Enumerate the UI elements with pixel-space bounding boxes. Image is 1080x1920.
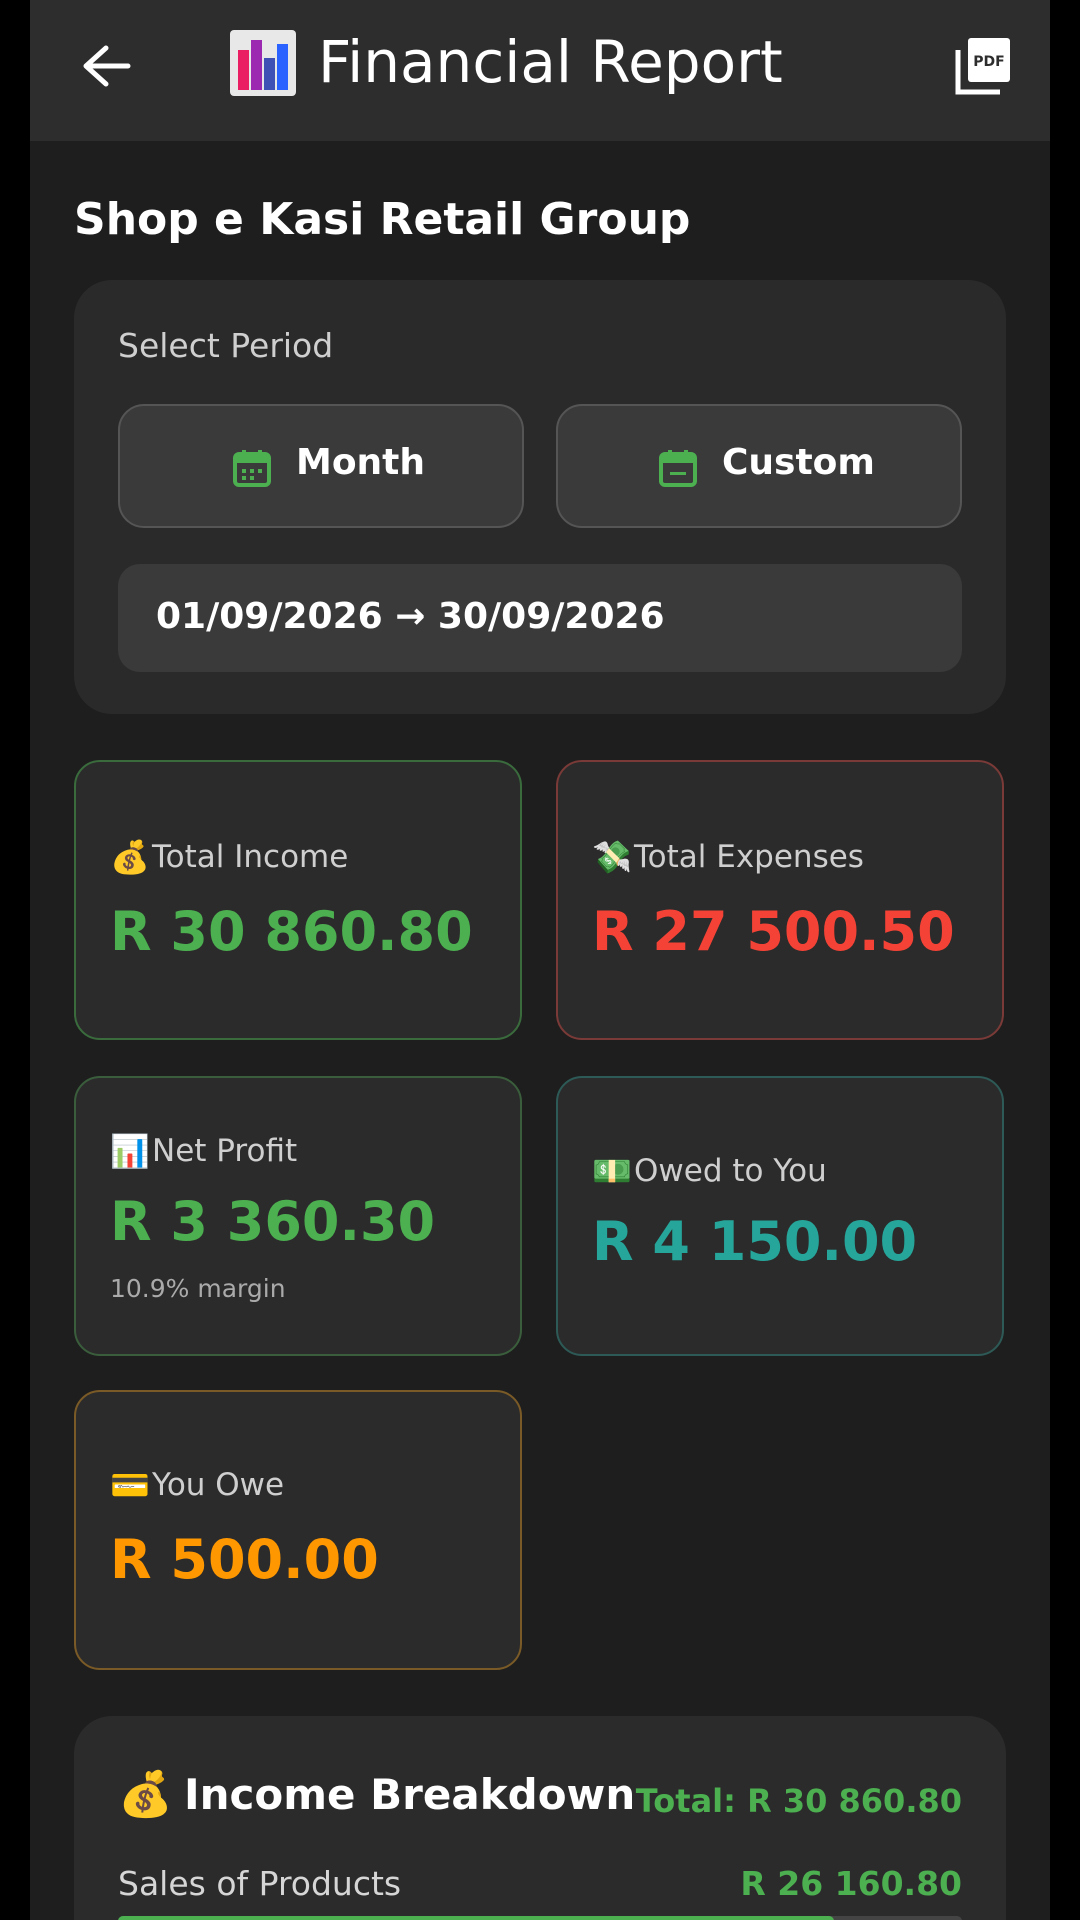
owed-to-you-label: Owed to You [634,1153,827,1189]
credit-card-icon: 💳 [110,1466,150,1504]
net-profit-header: 📊 Net Profit [110,1132,297,1170]
total-expenses-card[interactable]: 💸 Total Expenses R 27 500.50 [556,760,1004,1040]
breakdown-row-value: R 26 160.80 [740,1864,962,1903]
screen-title: Financial Report [318,28,783,96]
total-expenses-label: Total Expenses [634,839,864,875]
svg-text:PDF: PDF [973,54,1004,70]
income-breakdown-total: Total: R 30 860.80 [635,1782,962,1820]
owed-to-you-header: 💵 Owed to You [592,1152,827,1190]
you-owe-label: You Owe [152,1467,285,1503]
money-bag-icon: 💰 [118,1769,173,1820]
calendar-icon [233,450,271,487]
breakdown-row-label: Sales of Products [118,1864,402,1903]
app-screen: Financial Report PDF Shop e Kasi Retail … [30,0,1050,1920]
total-expenses-header: 💸 Total Expenses [592,838,864,876]
income-breakdown-card: 💰 Income Breakdown Total: R 30 860.80 Sa… [74,1716,1006,1920]
money-wings-icon: 💸 [592,838,632,876]
bar-chart-icon: 📊 [110,1132,150,1170]
bar-chart-icon [230,30,296,96]
total-income-value: R 30 860.80 [110,900,473,963]
you-owe-card[interactable]: 💳 You Owe R 500.00 [74,1390,522,1670]
pdf-export-icon: PDF [955,38,1010,95]
you-owe-header: 💳 You Owe [110,1466,284,1504]
period-selector-card: Select Period Month Custom 01/09/2026 → … [74,280,1006,714]
month-button-label: Month [296,442,426,483]
pdf-export-button[interactable]: PDF [954,36,1012,96]
profit-margin: 10.9% margin [110,1274,286,1303]
breakdown-progress-fill [118,1916,834,1920]
income-breakdown-title: Income Breakdown [184,1770,636,1819]
total-expenses-value: R 27 500.50 [592,900,955,963]
net-profit-value: R 3 360.30 [110,1190,436,1253]
arrow-left-icon [83,45,131,87]
total-income-label: Total Income [152,839,349,875]
you-owe-value: R 500.00 [110,1528,379,1591]
banknote-icon: 💵 [592,1152,632,1190]
date-range-text: 01/09/2026 → 30/09/2026 [156,596,665,637]
total-income-header: 💰 Total Income [110,838,348,876]
net-profit-label: Net Profit [152,1133,298,1169]
calendar-icon [659,450,697,487]
net-profit-card[interactable]: 📊 Net Profit R 3 360.30 10.9% margin [74,1076,522,1356]
back-button[interactable] [76,42,136,90]
custom-button[interactable]: Custom [556,404,962,528]
month-button[interactable]: Month [118,404,524,528]
total-income-card[interactable]: 💰 Total Income R 30 860.80 [74,760,522,1040]
shop-name: Shop e Kasi Retail Group [74,194,691,245]
breakdown-progress-track [118,1916,962,1920]
owed-to-you-card[interactable]: 💵 Owed to You R 4 150.00 [556,1076,1004,1356]
top-app-bar: Financial Report PDF [30,0,1050,141]
owed-to-you-value: R 4 150.00 [592,1210,918,1273]
money-bag-icon: 💰 [110,838,150,876]
period-label: Select Period [118,326,334,365]
date-range-field[interactable]: 01/09/2026 → 30/09/2026 [118,564,962,672]
custom-button-label: Custom [722,442,875,483]
